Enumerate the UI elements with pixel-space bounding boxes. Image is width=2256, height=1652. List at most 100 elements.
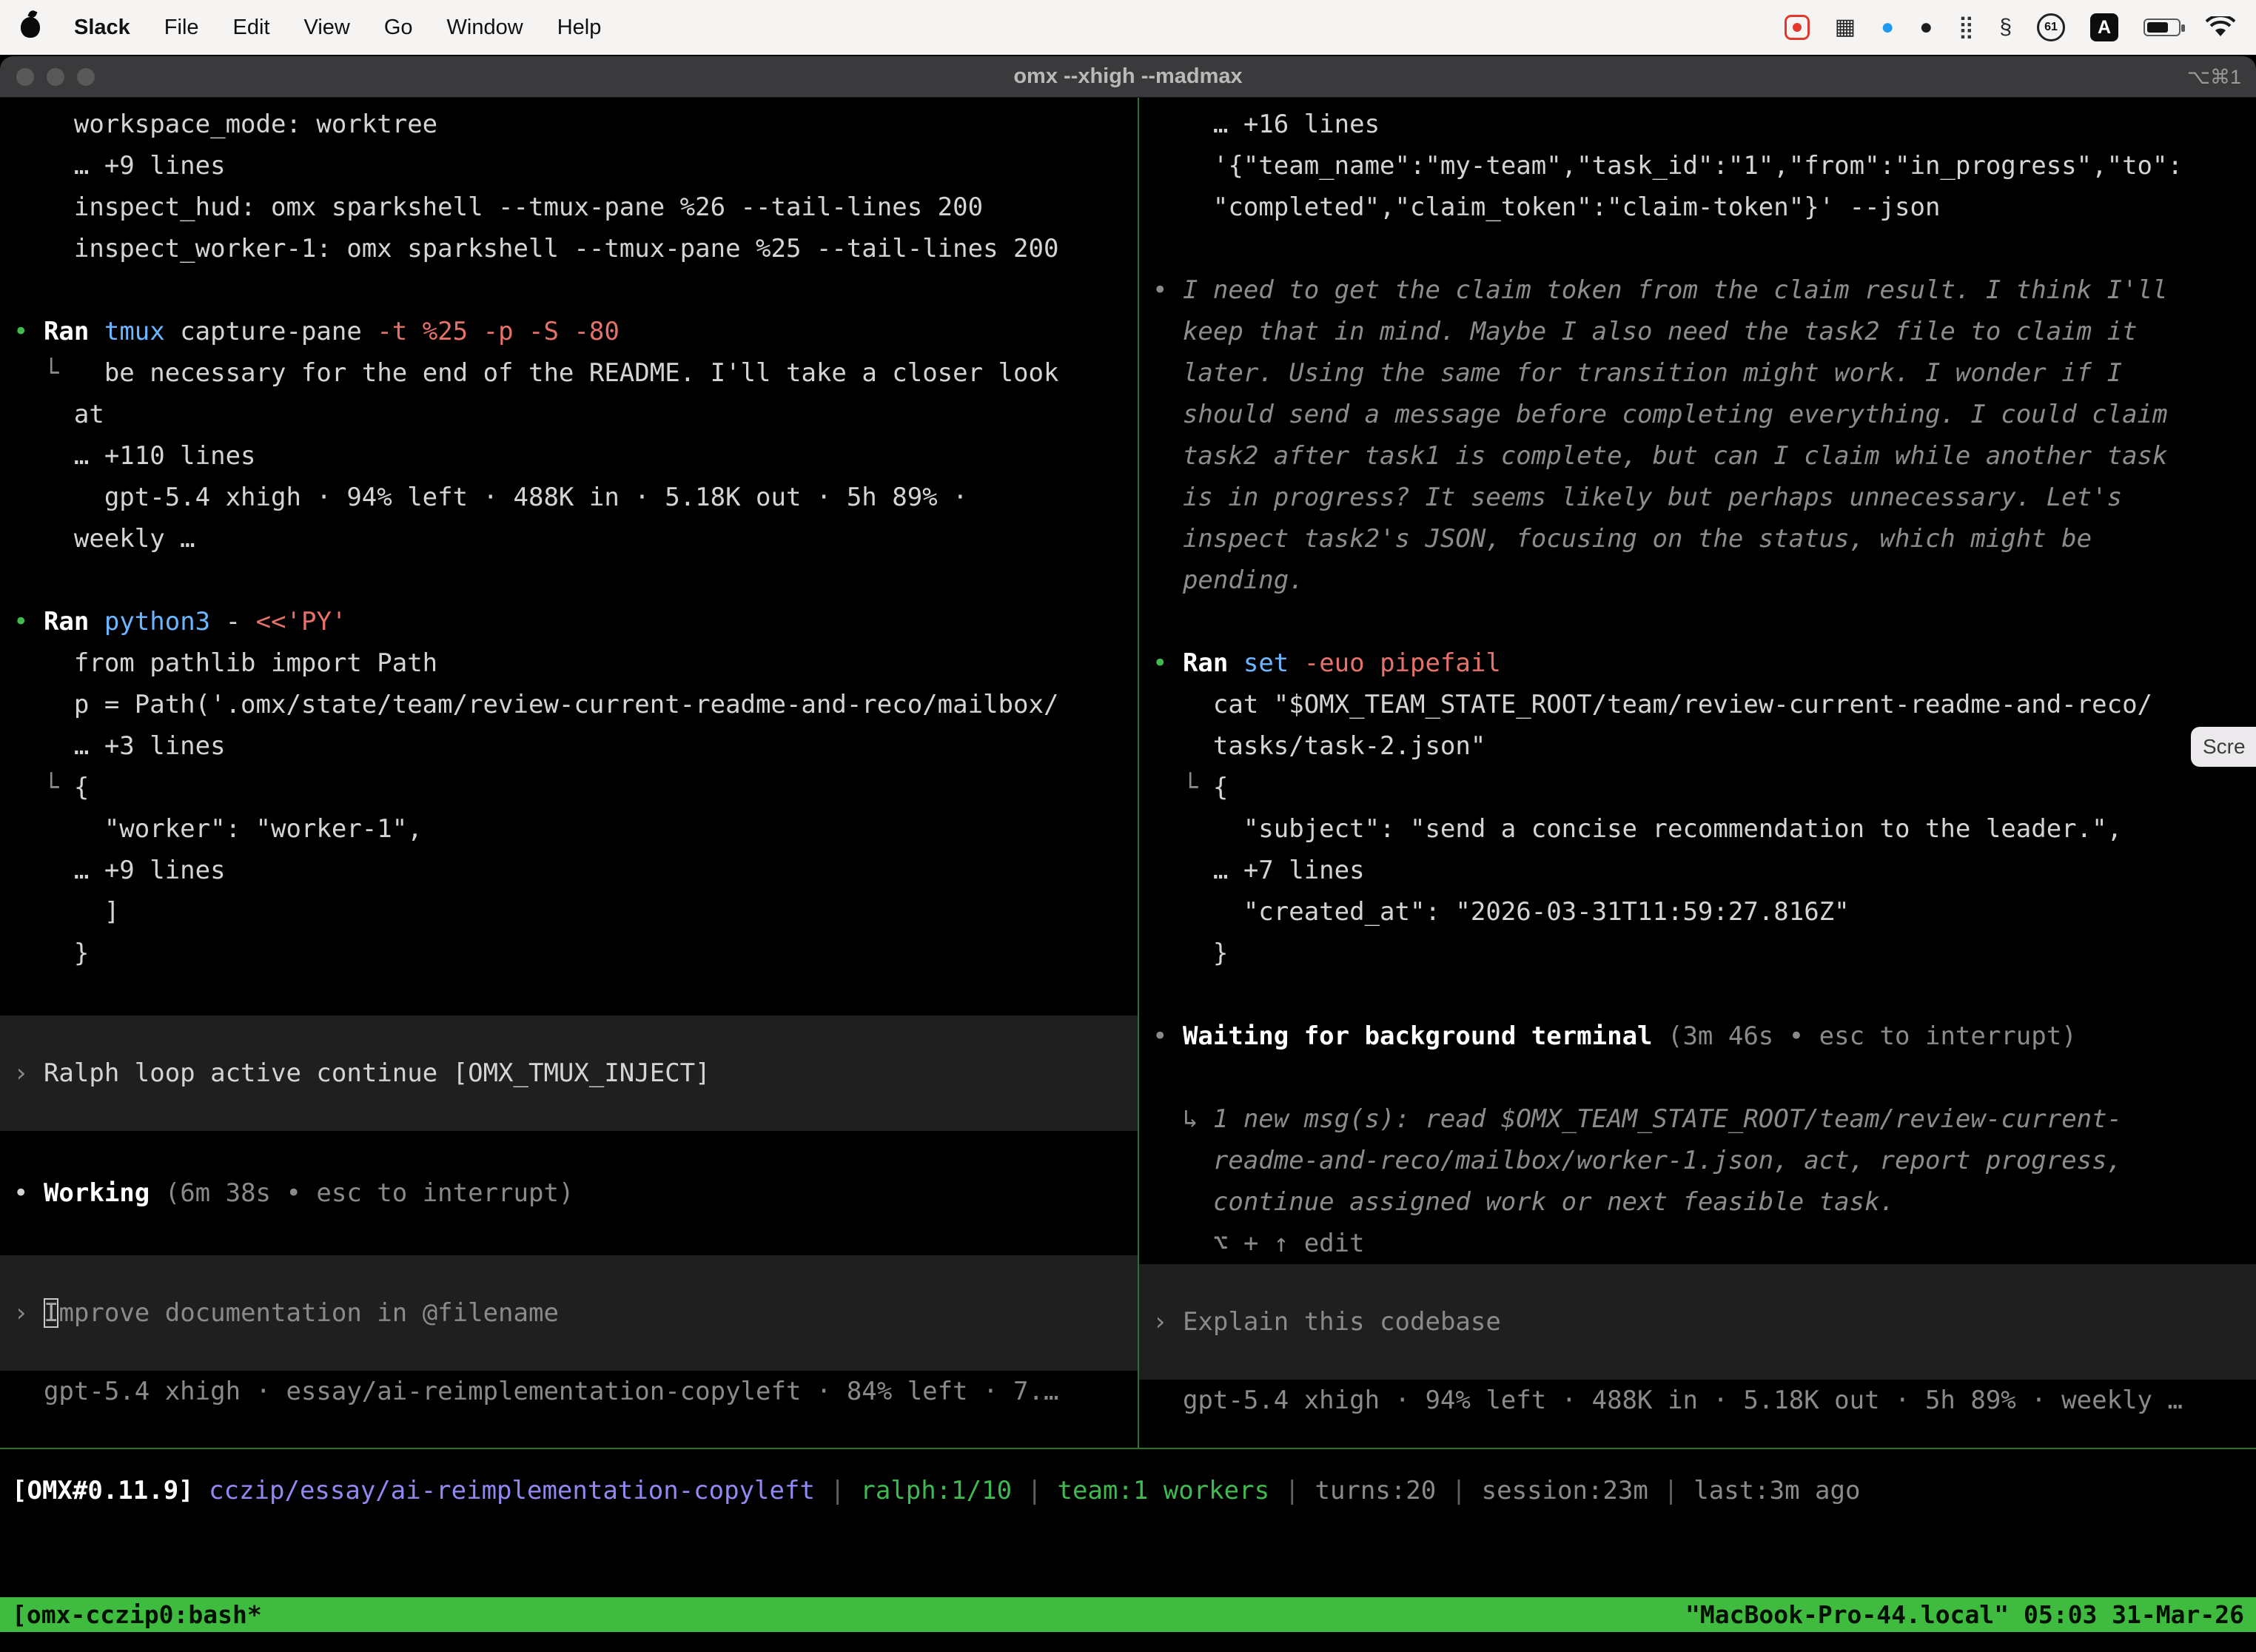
terminal-line: └ {	[1139, 767, 2256, 808]
text-run: "created_at": "2026-03-31T11:59:27.816Z"	[1152, 897, 1850, 927]
terminal-line	[1139, 974, 2256, 1015]
input-source-icon[interactable]: A	[2090, 13, 2118, 41]
tmux-host-clock: "MacBook-Pro-44.local" 05:03 31-Mar-26	[1685, 1600, 2244, 1629]
terminal-line: cat "$OMX_TEAM_STATE_ROOT/team/review-cu…	[1139, 684, 2256, 725]
terminal-line: readme-and-reco/mailbox/worker-1.json, a…	[1139, 1140, 2256, 1181]
text-run: "completed","claim_token":"claim-token"}…	[1152, 192, 1940, 222]
text-run: at	[13, 400, 104, 429]
terminal-line: "completed","claim_token":"claim-token"}…	[1139, 187, 2256, 228]
text-run: 1 new msg(s): read $OMX_TEAM_STATE_ROOT/…	[1213, 1104, 2122, 1134]
battery-percent-icon[interactable]: 61	[2037, 13, 2065, 41]
text-run	[13, 1220, 28, 1249]
wifi-icon[interactable]	[2206, 16, 2235, 38]
menu-item-go[interactable]: Go	[384, 16, 413, 40]
text-run	[1152, 1063, 1167, 1092]
dots-grid-icon[interactable]: ⣿	[1958, 14, 1974, 41]
utility-app-icon[interactable]: §	[1999, 14, 2012, 41]
text-run: from pathlib import Path	[13, 648, 437, 678]
text-run: -	[210, 607, 255, 637]
window-grid-icon[interactable]: ▦	[1835, 14, 1856, 41]
terminal-line: inspect_hud: omx sparkshell --tmux-pane …	[0, 187, 1138, 228]
ralph-loop-banner[interactable]: › Ralph loop active continue [OMX_TMUX_I…	[0, 1015, 1138, 1131]
text-run: … +3 lines	[13, 731, 226, 761]
terminal-line: }	[1139, 933, 2256, 974]
text-run: └	[13, 358, 74, 388]
terminal-line: "worker": "worker-1",	[0, 808, 1138, 850]
text-run: readme-and-reco/mailbox/worker-1.json, a…	[1152, 1146, 2122, 1175]
terminal-line: … +9 lines	[0, 850, 1138, 891]
menu-item-file[interactable]: File	[164, 16, 199, 40]
terminal-line: ⌥ + ↑ edit	[1139, 1223, 2256, 1264]
battery-icon[interactable]	[2143, 19, 2181, 36]
terminal-line	[1139, 228, 2256, 269]
terminal-line: continue assigned work or next feasible …	[1139, 1181, 2256, 1223]
text-run: … +7 lines	[1152, 856, 1365, 885]
screenshot-notification[interactable]: Scre	[2191, 727, 2256, 767]
terminal-line	[1139, 601, 2256, 642]
text-run: •	[13, 1178, 44, 1208]
terminal-line: inspect_worker-1: omx sparkshell --tmux-…	[0, 228, 1138, 269]
text-run: inspect_worker-1: omx sparkshell --tmux-…	[13, 234, 1058, 263]
text-run: workspace_mode: worktree	[13, 110, 437, 139]
text-run	[1152, 607, 1167, 637]
text-run: gpt-5.4 xhigh · 94% left · 488K in · 5.1…	[1152, 1386, 2183, 1415]
terminal-line: "subject": "send a concise recommendatio…	[1139, 808, 2256, 850]
text-run: •	[1152, 1021, 1183, 1051]
text-run: └	[1152, 773, 1213, 802]
status-segment: |	[815, 1476, 860, 1505]
minimize-button[interactable]	[47, 68, 64, 86]
text-run: python3	[104, 607, 210, 637]
text-run: ⌥ + ↑ edit	[1152, 1229, 1365, 1258]
text-run: "worker": "worker-1",	[13, 814, 423, 844]
text-run: later. Using the same for transition mig…	[1152, 358, 2122, 388]
terminal-line: … +7 lines	[1139, 850, 2256, 891]
text-run: … +9 lines	[13, 151, 226, 181]
menu-item-window[interactable]: Window	[447, 16, 523, 40]
terminal-line: "created_at": "2026-03-31T11:59:27.816Z"	[1139, 891, 2256, 933]
text-run: └	[13, 773, 74, 802]
terminal-line	[0, 560, 1138, 601]
notification-text: Scre	[2203, 735, 2246, 759]
menu-item-slack[interactable]: Slack	[74, 16, 130, 40]
menu-item-help[interactable]: Help	[557, 16, 602, 40]
text-run: <<'PY'	[256, 607, 347, 637]
text-run: inspect task2's JSON, focusing on the st…	[1152, 524, 2092, 554]
zoom-button[interactable]	[77, 68, 95, 86]
apple-icon[interactable]	[21, 17, 40, 38]
menu-item-view[interactable]: View	[304, 16, 350, 40]
tmux-session: workspace_mode: worktree … +9 lines insp…	[0, 98, 2256, 1448]
titlebar[interactable]: omx --xhigh --madmax ⌥⌘1	[0, 56, 2256, 98]
text-run: is in progress? It seems likely but perh…	[1152, 483, 2122, 512]
pane-left[interactable]: workspace_mode: worktree … +9 lines insp…	[0, 98, 1138, 1448]
status-segment: |	[1648, 1476, 1693, 1505]
terminal-line: ]	[0, 891, 1138, 933]
screen-recording-icon[interactable]	[1785, 15, 1810, 40]
text-run: I	[44, 1298, 58, 1328]
status-segment: turns:20	[1315, 1476, 1436, 1505]
prompt-suggestion[interactable]: › Explain this codebase	[1139, 1264, 2256, 1380]
text-run	[1152, 980, 1167, 1010]
text-run: weekly …	[13, 524, 195, 554]
terminal-line: keep that in mind. Maybe I also need the…	[1139, 311, 2256, 352]
status-segment: [OMX#0.11.9]	[12, 1476, 194, 1505]
prompt-input[interactable]: › Improve documentation in @filename	[0, 1255, 1138, 1371]
status-segment: |	[1269, 1476, 1315, 1505]
app-blue-icon[interactable]: ●	[1881, 14, 1894, 41]
terminal-line: tasks/task-2.json"	[1139, 725, 2256, 767]
text-run: {	[1213, 773, 1228, 802]
terminal-line: • Ran set -euo pipefail	[1139, 642, 2256, 684]
menu-item-edit[interactable]: Edit	[233, 16, 270, 40]
close-button[interactable]	[16, 68, 34, 86]
terminal-line: └ {	[0, 767, 1138, 808]
pane-right[interactable]: … +16 lines '{"team_name":"my-team","tas…	[1139, 98, 2256, 1448]
text-run: •	[13, 317, 44, 346]
text-run: }	[1152, 939, 1228, 968]
terminal-line: task2 after task1 is complete, but can I…	[1139, 435, 2256, 477]
text-run: continue assigned work or next feasible …	[1152, 1187, 1895, 1217]
status-segment	[194, 1476, 209, 1505]
app-dark-icon[interactable]: ●	[1919, 14, 1933, 41]
text-run	[13, 565, 28, 595]
tmux-status-bar: [omx-cczip0:bash* "MacBook-Pro-44.local"…	[0, 1597, 2256, 1632]
text-run: be necessary for the end of the README. …	[74, 358, 1059, 388]
terminal-line: }	[0, 933, 1138, 974]
